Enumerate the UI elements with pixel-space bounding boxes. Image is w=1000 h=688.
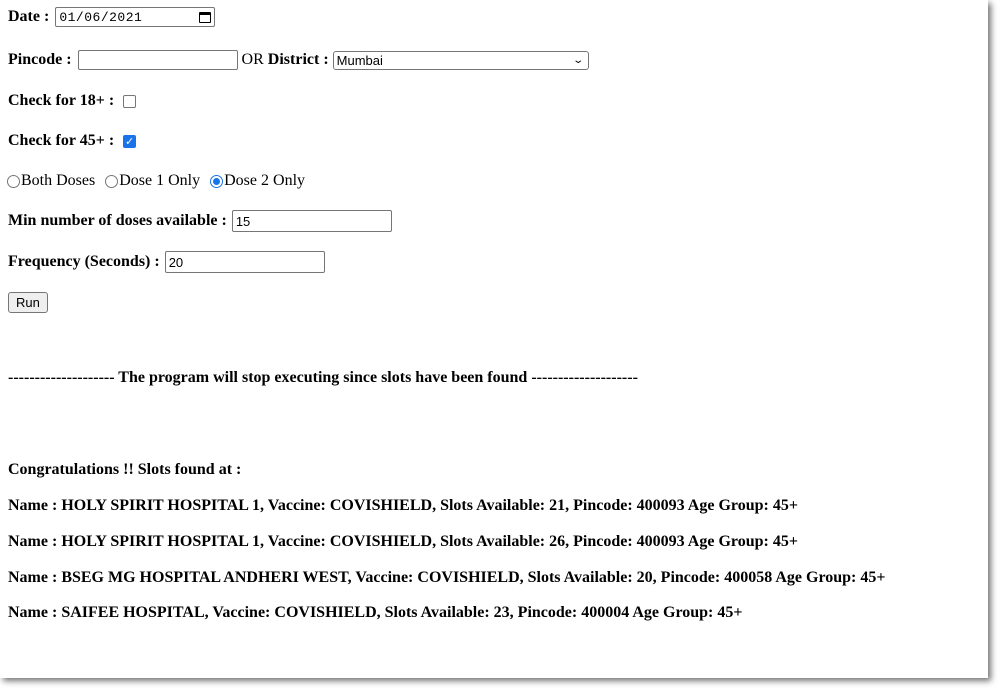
slot-result: Name : BSEG MG HOSPITAL ANDHERI WEST, Va…: [8, 569, 886, 586]
chevron-down-icon: ⌄: [572, 54, 585, 66]
check18-label: Check for 18+ :: [8, 92, 115, 109]
min-doses-label: Min number of doses available :: [8, 212, 227, 229]
dose-radio-group: Both Doses Dose 1 Only Dose 2 Only: [7, 172, 309, 190]
district-select[interactable]: Mumbai ⌄: [332, 50, 589, 70]
frequency-input[interactable]: 20: [164, 251, 325, 273]
date-label: Date :: [8, 8, 50, 25]
calendar-icon[interactable]: [199, 11, 212, 23]
min-doses-row: Min number of doses available : 15: [8, 210, 392, 232]
radio-label-dose-2: Dose 2 Only: [224, 172, 306, 189]
pincode-input[interactable]: [77, 50, 238, 70]
slot-result: Name : HOLY SPIRIT HOSPITAL 1, Vaccine: …: [8, 497, 798, 514]
congrats-message: Congratulations !! Slots found at :: [8, 461, 242, 478]
min-doses-input[interactable]: 15: [231, 210, 392, 232]
frequency-label: Frequency (Seconds) :: [8, 253, 160, 270]
slot-result: Name : HOLY SPIRIT HOSPITAL 1, Vaccine: …: [8, 533, 798, 550]
date-row: Date : 01/06/2021: [8, 7, 216, 27]
run-row: Run: [8, 292, 48, 313]
check18-checkbox[interactable]: [123, 94, 137, 108]
or-text: OR: [241, 51, 264, 68]
district-label: District :: [267, 51, 329, 68]
radio-dose-1[interactable]: [105, 174, 119, 188]
min-doses-value: 15: [235, 213, 251, 229]
checkmark-icon: ✓: [125, 134, 135, 148]
radio-label-both-doses: Both Doses: [21, 172, 96, 189]
run-button[interactable]: Run: [8, 292, 48, 313]
stop-message: -------------------- The program will st…: [8, 369, 638, 386]
date-value: 01/06/2021: [59, 9, 143, 25]
slot-result: Name : SAIFEE HOSPITAL, Vaccine: COVISHI…: [8, 604, 743, 621]
check45-checkbox[interactable]: ✓: [123, 134, 137, 148]
check45-label: Check for 45+ :: [8, 132, 115, 149]
frequency-row: Frequency (Seconds) : 20: [8, 251, 325, 273]
check45-row: Check for 45+ : ✓: [8, 132, 137, 150]
radio-dose-2[interactable]: [210, 174, 224, 188]
district-value: Mumbai: [336, 52, 383, 68]
check18-row: Check for 18+ :: [8, 92, 137, 110]
radio-both-doses[interactable]: [7, 174, 20, 188]
date-input[interactable]: 01/06/2021: [55, 7, 216, 27]
radio-label-dose-1: Dose 1 Only: [119, 172, 201, 189]
page: Date : 01/06/2021 Pincode : OR District …: [0, 0, 988, 678]
location-row: Pincode : OR District : Mumbai ⌄: [8, 50, 589, 70]
pincode-label: Pincode :: [8, 51, 72, 68]
frequency-value: 20: [168, 254, 184, 270]
